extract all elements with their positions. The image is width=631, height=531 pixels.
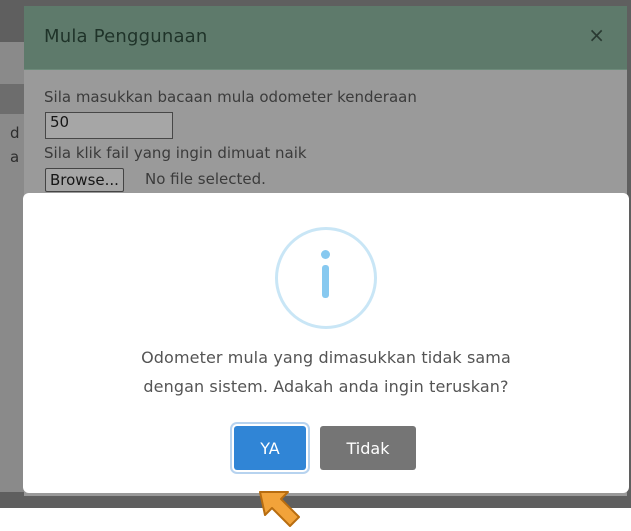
underlying-page-edge: d a	[0, 42, 24, 492]
close-icon[interactable]: ×	[588, 23, 605, 47]
browse-button[interactable]: Browse...	[45, 168, 124, 192]
confirmation-dialog: Odometer mula yang dimasukkan tidak sama…	[23, 193, 629, 493]
file-upload-label: Sila klik fail yang ingin dimuat naik	[44, 144, 307, 162]
odometer-label: Sila masukkan bacaan mula odometer kende…	[44, 88, 417, 106]
cancel-no-button[interactable]: Tidak	[320, 426, 416, 470]
info-icon-dot	[321, 250, 330, 259]
pointer-arrow-icon	[259, 491, 300, 527]
underlying-page-text: a	[10, 148, 20, 166]
modal-title: Mula Penggunaan	[44, 26, 208, 47]
info-icon	[275, 227, 377, 329]
modal-header: Mula Penggunaan ×	[24, 6, 627, 70]
screen: d a Mula Penggunaan × Sila masukkan baca…	[0, 0, 631, 531]
odometer-input[interactable]: 50	[45, 112, 173, 139]
dialog-message: Odometer mula yang dimasukkan tidak sama…	[23, 343, 629, 401]
info-icon-bar	[322, 265, 329, 298]
confirm-yes-button[interactable]: YA	[234, 426, 306, 470]
dialog-message-line: Odometer mula yang dimasukkan tidak sama	[141, 348, 511, 367]
dialog-message-line: dengan sistem. Adakah anda ingin teruska…	[143, 377, 509, 396]
file-status-text: No file selected.	[145, 170, 266, 188]
underlying-page-text: d	[10, 124, 20, 142]
underlying-page-strip	[0, 84, 24, 114]
